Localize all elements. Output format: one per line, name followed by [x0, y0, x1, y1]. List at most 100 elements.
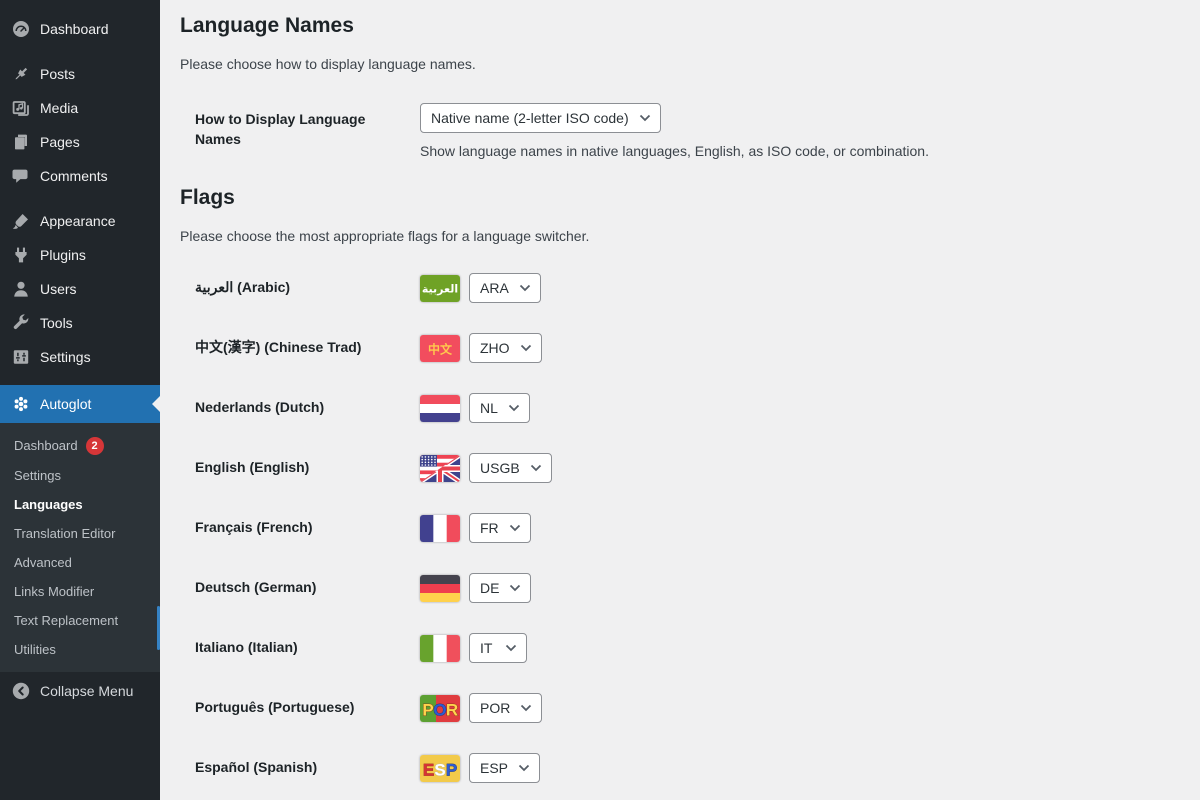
flag-image-esp: ESP — [420, 754, 460, 782]
sidebar-scrollbar[interactable] — [157, 606, 160, 650]
submenu-item-translation-editor[interactable]: Translation Editor — [0, 520, 160, 549]
sidebar-item-comments[interactable]: Comments — [0, 159, 160, 193]
sidebar-item-label: Autoglot — [40, 396, 92, 412]
language-names-intro: Please choose how to display language na… — [180, 56, 476, 73]
svg-text:P: P — [446, 760, 457, 779]
language-label: Français (French) — [195, 519, 313, 536]
flag-image-ara: العربية — [420, 274, 460, 302]
sidebar-item-label: Posts — [40, 66, 76, 82]
language-label: Nederlands (Dutch) — [195, 399, 325, 416]
flag-row: Português (Portuguese) POR POR — [180, 678, 1180, 738]
page-title-language-names: Language Names — [180, 14, 354, 37]
flag-select-por[interactable]: POR — [469, 693, 543, 724]
language-label: Deutsch (German) — [195, 579, 317, 596]
submenu-item-settings[interactable]: Settings — [0, 462, 160, 491]
svg-text:O: O — [433, 700, 446, 719]
sidebar-item-autoglot[interactable]: Autoglot — [0, 385, 160, 423]
autoglot-flower-icon — [11, 394, 31, 414]
submenu-item-utilities[interactable]: Utilities — [0, 636, 160, 665]
chevron-down-icon — [518, 764, 530, 772]
sidebar-item-settings[interactable]: Settings — [0, 340, 160, 374]
menu-separator — [0, 46, 160, 57]
plug-icon — [11, 245, 31, 265]
display-names-row: How to Display Language Names Native nam… — [180, 103, 1180, 161]
flag-select-it[interactable]: IT — [469, 633, 527, 664]
svg-text:العربية: العربية — [422, 282, 458, 295]
sliders-icon — [11, 347, 31, 367]
submenu-item-dashboard[interactable]: Dashboard 2 — [0, 430, 160, 462]
sidebar-item-label: Pages — [40, 134, 80, 150]
flag-select-fr[interactable]: FR — [469, 513, 531, 544]
autoglot-submenu: Dashboard 2 Settings Languages Translation E… — [0, 423, 160, 672]
flag-row: Español (Spanish) ESP ESP — [180, 738, 1180, 798]
svg-text:中文: 中文 — [428, 341, 453, 356]
sidebar-item-media[interactable]: Media — [0, 91, 160, 125]
flag-image-nl — [420, 394, 460, 422]
sidebar-item-dashboard[interactable]: Dashboard — [0, 12, 160, 46]
sidebar-item-label: Settings — [40, 349, 91, 365]
flag-image-por: POR — [420, 694, 460, 722]
sidebar-item-label: Comments — [40, 168, 108, 184]
submenu-item-label: Text Replacement — [14, 612, 119, 628]
submenu-item-label: Languages — [14, 496, 83, 512]
sidebar-item-appearance[interactable]: Appearance — [0, 204, 160, 238]
settings-page: Language Names Please choose how to disp… — [160, 0, 1200, 800]
submenu-item-links-modifier[interactable]: Links Modifier — [0, 578, 160, 607]
flag-select-nl[interactable]: NL — [469, 393, 530, 424]
flag-row: Deutsch (German) DE — [180, 558, 1180, 618]
display-names-label: How to Display Language Names — [195, 111, 366, 147]
submenu-item-languages[interactable]: Languages — [0, 491, 160, 520]
sidebar-item-label: Plugins — [40, 247, 86, 263]
flag-select-usgb[interactable]: USGB — [469, 453, 552, 484]
flag-select-ara[interactable]: ARA — [469, 273, 541, 304]
language-label: Italiano (Italian) — [195, 639, 298, 656]
chevron-down-icon — [520, 344, 532, 352]
svg-text:P: P — [422, 700, 433, 719]
sidebar-item-users[interactable]: Users — [0, 272, 160, 306]
flag-image-it — [420, 634, 460, 662]
submenu-item-label: Links Modifier — [14, 583, 95, 599]
menu-separator — [0, 374, 160, 385]
submenu-item-text-replacement[interactable]: Text Replacement — [0, 607, 160, 636]
sidebar-item-plugins[interactable]: Plugins — [0, 238, 160, 272]
sidebar-item-label: Tools — [40, 315, 73, 331]
display-names-select[interactable]: Native name (2-letter ISO code) — [420, 103, 661, 134]
sidebar-item-tools[interactable]: Tools — [0, 306, 160, 340]
flag-row: English (English) USGB — [180, 438, 1180, 498]
sidebar-item-label: Appearance — [40, 213, 116, 229]
sidebar-item-posts[interactable]: Posts — [0, 57, 160, 91]
admin-menu: Dashboard Posts Media Pages Comments Appearan… — [0, 0, 160, 385]
chevron-down-icon — [505, 644, 517, 652]
flag-select-value: USGB — [480, 460, 520, 477]
admin-sidebar: Dashboard Posts Media Pages Comments Appearan… — [0, 0, 160, 800]
svg-text:R: R — [446, 700, 458, 719]
flag-select-value: NL — [480, 400, 498, 417]
submenu-item-label: Dashboard — [14, 437, 78, 453]
sidebar-item-label: Dashboard — [40, 21, 109, 37]
flag-select-value: POR — [480, 700, 511, 717]
flag-select-value: ESP — [480, 760, 509, 777]
flag-select-value: FR — [480, 520, 499, 537]
page-title-flags: Flags — [180, 185, 235, 209]
flags-intro: Please choose the most appropriate flags… — [180, 227, 590, 244]
brush-icon — [11, 211, 31, 231]
comment-icon — [11, 166, 31, 186]
sidebar-item-pages[interactable]: Pages — [0, 125, 160, 159]
chevron-down-icon — [639, 114, 651, 122]
chevron-down-icon — [509, 524, 521, 532]
flag-select-de[interactable]: DE — [469, 573, 532, 604]
language-label: 中文(漢字) (Chinese Trad) — [195, 339, 362, 356]
flag-select-value: ARA — [480, 280, 509, 297]
chevron-down-icon — [509, 584, 521, 592]
submenu-item-label: Utilities — [14, 641, 56, 657]
flag-select-value: DE — [480, 580, 500, 597]
submenu-item-advanced[interactable]: Advanced — [0, 549, 160, 578]
flag-select-esp[interactable]: ESP — [469, 753, 541, 784]
flag-row: Italiano (Italian) IT — [180, 618, 1180, 678]
collapse-menu-button[interactable]: Collapse Menu — [0, 674, 160, 708]
flag-row: Nederlands (Dutch) NL — [180, 378, 1180, 438]
language-label: English (English) — [195, 459, 310, 476]
flag-row: العربية (Arabic) العربية ARA — [180, 258, 1180, 318]
flag-select-zho[interactable]: ZHO — [469, 333, 542, 364]
pages-icon — [11, 132, 31, 152]
